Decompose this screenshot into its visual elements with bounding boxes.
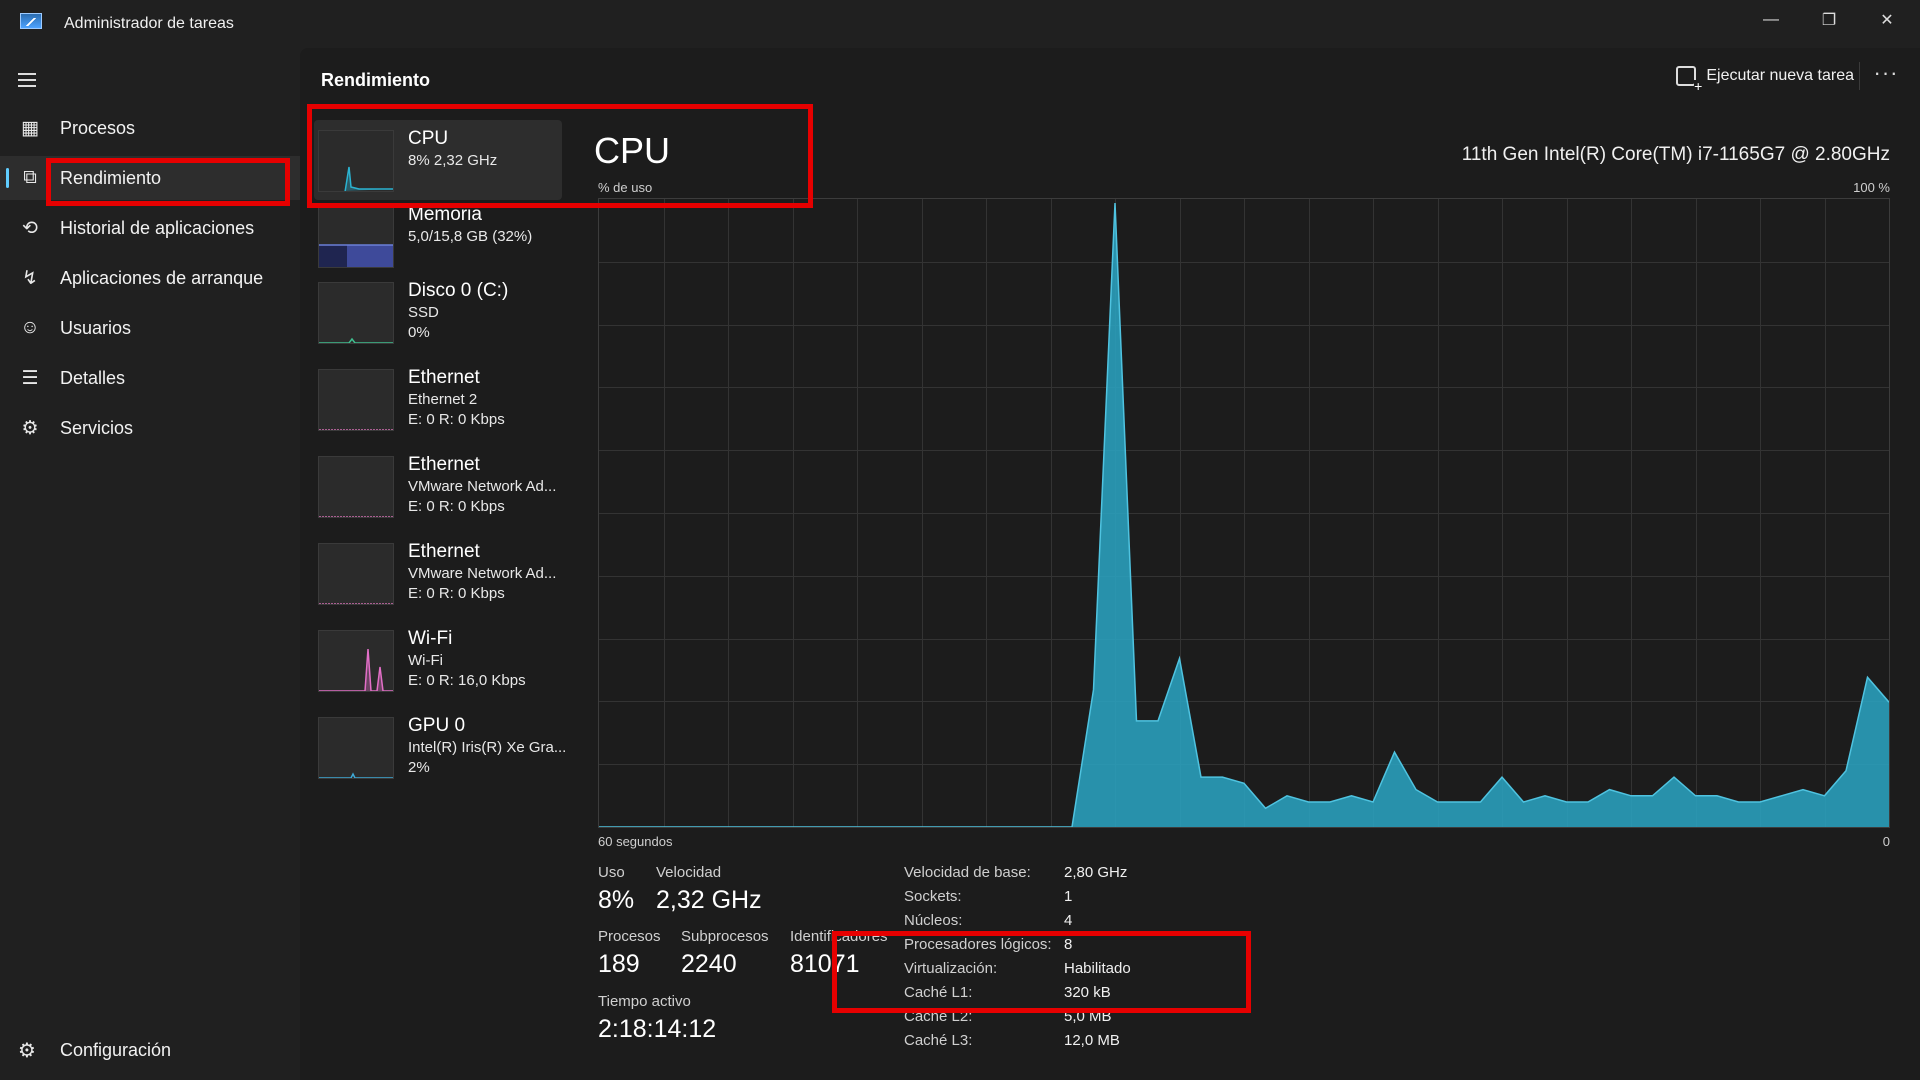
sidebar-item-label: Usuarios bbox=[60, 317, 132, 338]
resource-item-ethernet-3[interactable]: Ethernet VMware Network Ad... E: 0 R: 0 … bbox=[314, 533, 562, 613]
spec-base-speed-value: 2,80 GHz bbox=[1064, 864, 1128, 881]
resource-item-wifi[interactable]: Wi-Fi Wi-Fi E: 0 R: 16,0 Kbps bbox=[314, 620, 562, 700]
resource-item-ethernet-2[interactable]: Ethernet VMware Network Ad... E: 0 R: 0 … bbox=[314, 446, 562, 526]
task-manager-app-icon bbox=[20, 13, 42, 29]
sidebar-item-procesos[interactable]: ▦ Procesos bbox=[0, 106, 300, 150]
usage-value: 8% bbox=[598, 886, 635, 914]
memory-thumbnail-graph bbox=[318, 206, 394, 268]
resource-item-ethernet-1[interactable]: Ethernet Ethernet 2 E: 0 R: 0 Kbps bbox=[314, 359, 562, 439]
sidebar-item-detalles[interactable]: ☰ Detalles bbox=[0, 356, 300, 400]
ethernet-thumbnail-graph bbox=[318, 369, 394, 431]
settings-label: Configuración bbox=[60, 1040, 172, 1060]
speed-label: Velocidad bbox=[656, 864, 722, 881]
minimize-button[interactable]: — bbox=[1742, 0, 1800, 40]
services-icon: ⚙ bbox=[21, 417, 39, 439]
resource-name: Disco 0 (C:) bbox=[408, 280, 509, 301]
users-icon: ☺ bbox=[20, 317, 40, 338]
startup-icon: ↯ bbox=[22, 267, 38, 289]
page-title: Rendimiento bbox=[321, 70, 431, 90]
resource-detail: Wi-Fi bbox=[408, 652, 443, 669]
close-button[interactable]: ✕ bbox=[1858, 0, 1916, 40]
resource-detail: 5,0/15,8 GB (32%) bbox=[408, 228, 533, 245]
cpu-usage-chart bbox=[599, 199, 1890, 828]
processes-value: 189 bbox=[598, 950, 640, 978]
window-title: Administrador de tareas bbox=[64, 15, 234, 32]
ethernet-thumbnail-graph bbox=[318, 456, 394, 518]
threads-value: 2240 bbox=[681, 950, 737, 978]
processes-label: Procesos bbox=[598, 928, 661, 945]
settings-gear-icon: ⚙ bbox=[18, 1040, 36, 1062]
resource-item-disco[interactable]: Disco 0 (C:) SSD 0% bbox=[314, 272, 562, 352]
spec-cores-value: 4 bbox=[1064, 912, 1073, 929]
highlight-box-cpu bbox=[307, 104, 813, 208]
resource-item-memoria[interactable]: Memoria 5,0/15,8 GB (32%) bbox=[314, 196, 562, 276]
resource-name: Ethernet bbox=[408, 367, 480, 388]
disk-thumbnail-graph bbox=[318, 282, 394, 344]
sidebar-item-label: Historial de aplicaciones bbox=[60, 217, 255, 238]
run-new-task-label: Ejecutar nueva tarea bbox=[1706, 67, 1854, 84]
sidebar-item-label: Detalles bbox=[60, 367, 126, 388]
wifi-thumbnail-graph bbox=[318, 630, 394, 692]
highlight-box-virtualization bbox=[832, 931, 1251, 1013]
spec-cores-label: Núcleos: bbox=[904, 912, 963, 929]
highlight-box-rendimiento bbox=[46, 158, 290, 206]
sidebar-item-historial[interactable]: ⟲ Historial de aplicaciones bbox=[0, 206, 300, 250]
cpu-usage-graph bbox=[598, 198, 1890, 828]
resource-name: GPU 0 bbox=[408, 715, 466, 736]
resource-detail-2: 2% bbox=[408, 759, 430, 776]
spec-sockets-label: Sockets: bbox=[904, 888, 962, 905]
sidebar-item-arranque[interactable]: ↯ Aplicaciones de arranque bbox=[0, 256, 300, 300]
resource-item-gpu[interactable]: GPU 0 Intel(R) Iris(R) Xe Gra... 2% bbox=[314, 707, 566, 787]
hamburger-menu-icon[interactable] bbox=[18, 70, 42, 90]
history-icon: ⟲ bbox=[22, 217, 38, 239]
resource-detail: VMware Network Ad... bbox=[408, 478, 557, 495]
sidebar-item-label: Aplicaciones de arranque bbox=[60, 267, 264, 288]
resource-name: Wi-Fi bbox=[408, 628, 453, 649]
sidebar-item-label: Servicios bbox=[60, 417, 134, 438]
resource-detail-2: E: 0 R: 0 Kbps bbox=[408, 585, 505, 602]
sidebar-item-usuarios[interactable]: ☺ Usuarios bbox=[0, 306, 300, 350]
gpu-thumbnail-graph bbox=[318, 717, 394, 779]
performance-icon: ⧉ bbox=[23, 167, 37, 188]
toolbar-divider bbox=[1859, 62, 1860, 90]
usage-label: Uso bbox=[598, 864, 625, 881]
ethernet-thumbnail-graph bbox=[318, 543, 394, 605]
threads-label: Subprocesos bbox=[681, 928, 769, 945]
resource-detail-2: E: 0 R: 0 Kbps bbox=[408, 411, 505, 428]
resource-detail-2: E: 0 R: 16,0 Kbps bbox=[408, 672, 526, 689]
resource-detail: Intel(R) Iris(R) Xe Gra... bbox=[408, 739, 567, 756]
title-bar: Administrador de tareas — ❐ ✕ bbox=[0, 0, 1920, 48]
resource-detail-2: 0% bbox=[408, 324, 430, 341]
details-icon: ☰ bbox=[21, 367, 39, 389]
uptime-label: Tiempo activo bbox=[598, 993, 691, 1010]
y-axis-max-label: 100 % bbox=[1853, 180, 1890, 195]
more-options-button[interactable]: ··· bbox=[1868, 60, 1904, 92]
sidebar-item-servicios[interactable]: ⚙ Servicios bbox=[0, 406, 300, 450]
cpu-model-name: 11th Gen Intel(R) Core(TM) i7-1165G7 @ 2… bbox=[1461, 144, 1890, 165]
speed-value: 2,32 GHz bbox=[656, 886, 762, 914]
x-axis-right-label: 0 bbox=[1882, 834, 1890, 849]
sidebar-item-label: Procesos bbox=[60, 117, 136, 138]
uptime-value: 2:18:14:12 bbox=[598, 1015, 717, 1043]
spec-base-speed-label: Velocidad de base: bbox=[904, 864, 1031, 881]
spec-l3-cache-value: 12,0 MB bbox=[1064, 1032, 1120, 1049]
resource-detail: Ethernet 2 bbox=[408, 391, 478, 408]
resource-name: Ethernet bbox=[408, 541, 480, 562]
spec-l3-cache-label: Caché L3: bbox=[904, 1032, 973, 1049]
resource-detail: VMware Network Ad... bbox=[408, 565, 557, 582]
resource-name: Ethernet bbox=[408, 454, 480, 475]
new-task-icon bbox=[1676, 66, 1703, 92]
run-new-task-button[interactable]: Ejecutar nueva tarea bbox=[1676, 66, 1854, 92]
sidebar-item-configuracion[interactable]: ⚙ Configuración bbox=[0, 1020, 300, 1080]
spec-sockets-value: 1 bbox=[1064, 888, 1073, 905]
processes-icon: ▦ bbox=[21, 117, 39, 139]
x-axis-left-label: 60 segundos bbox=[598, 834, 673, 849]
restore-button[interactable]: ❐ bbox=[1800, 0, 1858, 40]
resource-detail-2: E: 0 R: 0 Kbps bbox=[408, 498, 505, 515]
resource-detail: SSD bbox=[408, 304, 439, 321]
